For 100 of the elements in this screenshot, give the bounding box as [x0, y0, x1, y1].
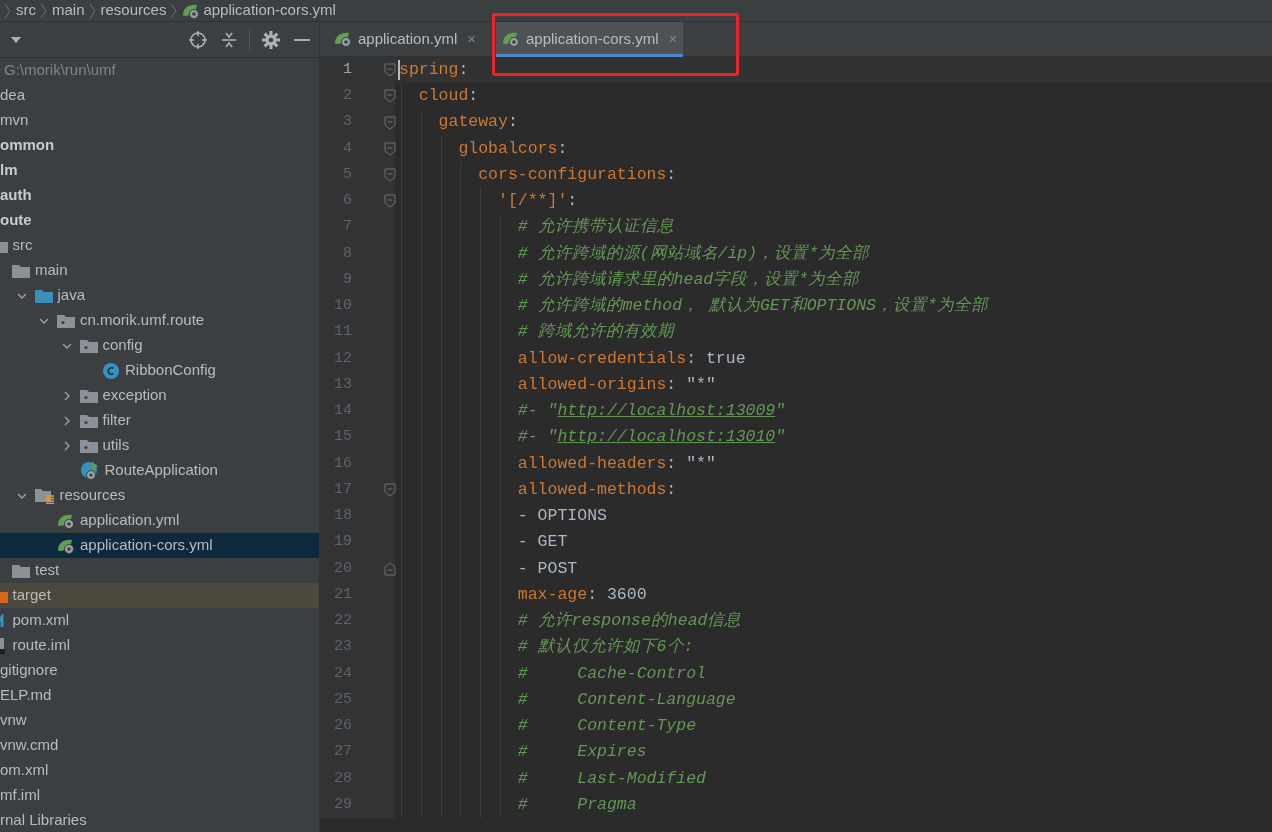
- tree-item[interactable]: gitignore: [0, 658, 319, 683]
- breadcrumb-item[interactable]: main: [52, 0, 85, 22]
- tree-item-label: application-cors.yml: [80, 535, 213, 556]
- tree-item[interactable]: oute: [0, 208, 319, 233]
- code-text: gateway: [437, 111, 508, 134]
- tree-item-label: utils: [102, 435, 130, 456]
- tree-item[interactable]: cn.morik.umf.route: [0, 308, 319, 333]
- tree-item[interactable]: pom.xml: [0, 608, 319, 633]
- code-text: :: [587, 583, 599, 606]
- code-text: "*": [686, 373, 716, 396]
- tree-item[interactable]: java: [0, 283, 319, 308]
- tree-item[interactable]: dea: [0, 83, 319, 108]
- code-link[interactable]: http://localhost:13009: [557, 399, 776, 424]
- tree-item-label: src: [12, 235, 33, 256]
- dropdown-caret-icon[interactable]: [10, 35, 22, 44]
- code-text: max-age: [516, 583, 588, 606]
- tree-item-label: om.xml: [0, 760, 49, 781]
- tree-item[interactable]: ommon: [0, 133, 319, 158]
- tree-item[interactable]: route.iml: [0, 633, 319, 658]
- tree-item-label: ELP.md: [0, 685, 52, 706]
- fold-marker-icon[interactable]: [384, 63, 396, 78]
- code-text: true: [705, 347, 746, 370]
- package-folder-icon: [57, 313, 75, 328]
- tree-item[interactable]: RouteApplication: [0, 458, 319, 483]
- code-text: # 允许跨域的源(网站域名/ip)，设置*为全部: [516, 242, 870, 265]
- class-icon: [102, 361, 120, 380]
- code-text: :: [507, 111, 518, 134]
- code-text: 3600: [606, 583, 647, 606]
- fold-marker-icon[interactable]: [384, 483, 396, 498]
- tree-item[interactable]: config: [0, 333, 319, 358]
- collapse-all-icon[interactable]: [221, 30, 237, 49]
- tree-item[interactable]: om.xml: [0, 758, 319, 783]
- tree-item[interactable]: rnal Libraries: [0, 808, 319, 832]
- crosshair-icon[interactable]: [189, 30, 207, 49]
- tree-item[interactable]: mf.iml: [0, 783, 319, 808]
- tree-item-label: resources: [59, 485, 126, 506]
- editor-tab[interactable]: application-cors.yml ×: [496, 22, 684, 56]
- package-folder-icon: [79, 413, 98, 428]
- chevron-right-icon: [4, 2, 12, 19]
- tree-item-label: route.iml: [12, 635, 71, 656]
- tree-item-label: exception: [102, 385, 167, 406]
- chevron-right-icon: [88, 2, 97, 19]
- tree-item[interactable]: vnw.cmd: [0, 733, 319, 758]
- tree-item-label: test: [35, 560, 60, 581]
- fold-marker-icon[interactable]: [384, 561, 396, 576]
- code-text: # 允许携带认证信息: [516, 216, 674, 239]
- fold-marker-icon[interactable]: [384, 194, 396, 209]
- tree-item[interactable]: resources: [0, 483, 319, 508]
- tree-item[interactable]: mvn: [0, 108, 319, 133]
- tree-item[interactable]: main: [0, 258, 319, 283]
- tab-label: application.yml: [358, 28, 458, 49]
- tree-item[interactable]: lm: [0, 158, 319, 183]
- code-text: cloud: [417, 85, 469, 107]
- editor-tab[interactable]: application.yml ×: [328, 22, 482, 56]
- package-folder-icon: [79, 338, 98, 353]
- tree-item-label: oute: [0, 210, 32, 231]
- tree-item-label: RouteApplication: [104, 460, 218, 481]
- settings-icon[interactable]: [262, 30, 280, 49]
- spring-config-icon: [502, 31, 520, 47]
- tree-item[interactable]: application-cors.yml: [0, 533, 319, 558]
- tree-item[interactable]: target: [0, 583, 319, 608]
- tree-item[interactable]: utils: [0, 433, 319, 458]
- code-text: ": [775, 426, 786, 449]
- code-text: globalcors: [457, 137, 558, 160]
- tree-item[interactable]: filter: [0, 408, 319, 433]
- package-folder-icon: [79, 388, 98, 403]
- code-text: :: [567, 190, 578, 212]
- breadcrumb-item[interactable]: src: [16, 0, 36, 22]
- code-text: # Content-Type: [516, 715, 697, 737]
- tree-item-label: vnw: [0, 710, 27, 731]
- breadcrumb-item[interactable]: resources: [100, 0, 167, 22]
- tree-item[interactable]: vnw: [0, 708, 319, 733]
- chevron-right-icon: [170, 2, 179, 19]
- tree-item-label: application.yml: [80, 510, 180, 531]
- code-text: - POST: [516, 557, 578, 580]
- spring-config-icon: [57, 537, 75, 554]
- tree-item[interactable]: src: [0, 233, 319, 258]
- tree-item-label: auth: [0, 185, 32, 206]
- fold-marker-icon[interactable]: [384, 89, 396, 104]
- tree-item[interactable]: test: [0, 558, 319, 583]
- tree-item[interactable]: RibbonConfig: [0, 358, 319, 383]
- code-text: # 允许跨域请求里的head字段，设置*为全部: [516, 268, 860, 291]
- fold-marker-icon[interactable]: [384, 115, 396, 130]
- spring-config-icon: [57, 512, 75, 529]
- tree-item[interactable]: application.yml: [0, 508, 319, 533]
- breadcrumb-item[interactable]: application-cors.yml: [203, 0, 336, 22]
- tree-item[interactable]: auth: [0, 183, 319, 208]
- code-link[interactable]: http://localhost:13010: [557, 425, 776, 450]
- code-text: # 默认仅允许如下6个:: [516, 636, 694, 659]
- tree-item[interactable]: exception: [0, 383, 319, 408]
- spring-config-icon: [334, 31, 352, 47]
- tree-item-label: mvn: [0, 110, 29, 131]
- fold-marker-icon[interactable]: [384, 168, 396, 183]
- close-tab-button[interactable]: ×: [467, 27, 476, 51]
- fold-marker-icon[interactable]: [384, 141, 396, 156]
- tree-item[interactable]: ELP.md: [0, 683, 319, 708]
- tree-item-label: mf.iml: [0, 785, 40, 806]
- code-text: # Pragma: [516, 793, 637, 816]
- code-text: cors-configurations: [477, 163, 667, 186]
- tree-item-label: pom.xml: [12, 610, 70, 631]
